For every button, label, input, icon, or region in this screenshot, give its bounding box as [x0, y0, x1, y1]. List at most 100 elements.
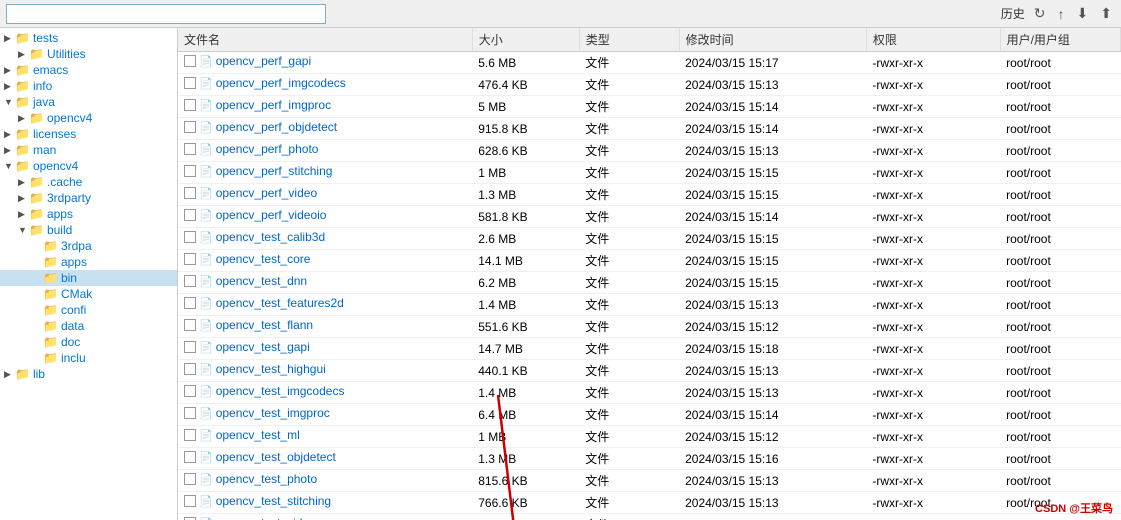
sidebar-item-opencv4-java[interactable]: ▶📁opencv4 [0, 110, 177, 126]
sidebar-item-java[interactable]: ▼📁java [0, 94, 177, 110]
file-perm: -rwxr-xr-x [866, 162, 1000, 184]
file-checkbox[interactable] [184, 165, 196, 177]
tree-label: confi [61, 303, 86, 317]
file-date: 2024/03/15 15:14 [679, 404, 866, 426]
table-row[interactable]: 📄opencv_test_imgproc6.4 MB文件2024/03/15 1… [178, 404, 1121, 426]
sidebar-item-3rdpa[interactable]: 📁3rdpa [0, 238, 177, 254]
table-row[interactable]: 📄opencv_perf_videoio581.8 KB文件2024/03/15… [178, 206, 1121, 228]
table-row[interactable]: 📄opencv_test_imgcodecs1.4 MB文件2024/03/15… [178, 382, 1121, 404]
address-input[interactable]: /usr/local/share/opencv4/build/bin [6, 4, 326, 24]
file-checkbox[interactable] [184, 187, 196, 199]
file-checkbox[interactable] [184, 297, 196, 309]
file-icon: 📄 [199, 209, 213, 222]
file-type: 文件 [579, 118, 679, 140]
file-checkbox[interactable] [184, 451, 196, 463]
file-checkbox[interactable] [184, 143, 196, 155]
folder-icon: 📁 [43, 239, 58, 253]
table-row[interactable]: 📄opencv_perf_photo628.6 KB文件2024/03/15 1… [178, 140, 1121, 162]
file-type: 文件 [579, 470, 679, 492]
file-type: 文件 [579, 140, 679, 162]
table-row[interactable]: 📄opencv_test_highgui440.1 KB文件2024/03/15… [178, 360, 1121, 382]
table-row[interactable]: 📄opencv_test_ml1 MB文件2024/03/15 15:12-rw… [178, 426, 1121, 448]
sidebar-item-doc[interactable]: 📁doc [0, 334, 177, 350]
file-date: 2024/03/15 15:14 [679, 206, 866, 228]
table-row[interactable]: 📄opencv_perf_objdetect915.8 KB文件2024/03/… [178, 118, 1121, 140]
table-row[interactable]: 📄opencv_test_stitching766.6 KB文件2024/03/… [178, 492, 1121, 514]
table-row[interactable]: 📄opencv_test_dnn6.2 MB文件2024/03/15 15:15… [178, 272, 1121, 294]
refresh-button[interactable]: ↻ [1031, 5, 1049, 22]
sidebar-item-lib[interactable]: ▶📁lib [0, 366, 177, 382]
download-button[interactable]: ⬇ [1074, 5, 1092, 22]
file-checkbox[interactable] [184, 429, 196, 441]
sidebar-item-licenses[interactable]: ▶📁licenses [0, 126, 177, 142]
sidebar-item-tests[interactable]: ▶📁tests [0, 30, 177, 46]
file-date: 2024/03/15 15:13 [679, 382, 866, 404]
sidebar-item-utilities[interactable]: ▶📁Utilities [0, 46, 177, 62]
file-list-panel[interactable]: 文件名 大小 类型 修改时间 权限 用户/用户组 📄opencv_perf_ga… [178, 28, 1121, 520]
table-row[interactable]: 📄opencv_perf_stitching1 MB文件2024/03/15 1… [178, 162, 1121, 184]
sidebar-item-inclu[interactable]: 📁inclu [0, 350, 177, 366]
file-date: 2024/03/15 15:14 [679, 96, 866, 118]
sidebar-item-emacs[interactable]: ▶📁emacs [0, 62, 177, 78]
sidebar-item-CMak[interactable]: 📁CMak [0, 286, 177, 302]
file-checkbox[interactable] [184, 99, 196, 111]
sidebar-item-man[interactable]: ▶📁man [0, 142, 177, 158]
file-checkbox[interactable] [184, 55, 196, 67]
file-size: 628.6 KB [472, 140, 579, 162]
file-checkbox[interactable] [184, 363, 196, 375]
file-checkbox[interactable] [184, 253, 196, 265]
file-checkbox[interactable] [184, 319, 196, 331]
sidebar-item-opencv4[interactable]: ▼📁opencv4 [0, 158, 177, 174]
file-checkbox[interactable] [184, 341, 196, 353]
file-date: 2024/03/15 15:17 [679, 52, 866, 74]
folder-icon: 📁 [15, 367, 30, 381]
file-date: 2024/03/15 15:13 [679, 360, 866, 382]
tree-label: licenses [33, 127, 76, 141]
sidebar-item-3rdparty[interactable]: ▶📁3rdparty [0, 190, 177, 206]
table-row[interactable]: 📄opencv_test_video1.2 MB文件2024/03/15 15:… [178, 514, 1121, 520]
table-row[interactable]: 📄opencv_perf_gapi5.6 MB文件2024/03/15 15:1… [178, 52, 1121, 74]
file-size: 6.2 MB [472, 272, 579, 294]
sidebar-item-apps2[interactable]: 📁apps [0, 254, 177, 270]
table-row[interactable]: 📄opencv_perf_imgproc5 MB文件2024/03/15 15:… [178, 96, 1121, 118]
file-perm: -rwxr-xr-x [866, 470, 1000, 492]
file-date: 2024/03/15 15:13 [679, 492, 866, 514]
sidebar-item-info[interactable]: ▶📁info [0, 78, 177, 94]
file-size: 1 MB [472, 426, 579, 448]
table-row[interactable]: 📄opencv_test_core14.1 MB文件2024/03/15 15:… [178, 250, 1121, 272]
file-checkbox[interactable] [184, 275, 196, 287]
sidebar-item-data[interactable]: 📁data [0, 318, 177, 334]
file-tbody: 📄opencv_perf_gapi5.6 MB文件2024/03/15 15:1… [178, 52, 1121, 520]
file-icon: 📄 [199, 55, 213, 68]
table-row[interactable]: 📄opencv_test_gapi14.7 MB文件2024/03/15 15:… [178, 338, 1121, 360]
up-button[interactable]: ↑ [1055, 6, 1068, 22]
file-checkbox[interactable] [184, 407, 196, 419]
upload-button[interactable]: ⬆ [1097, 5, 1115, 22]
sidebar-item-cache[interactable]: ▶📁.cache [0, 174, 177, 190]
table-row[interactable]: 📄opencv_perf_imgcodecs476.4 KB文件2024/03/… [178, 74, 1121, 96]
table-row[interactable]: 📄opencv_test_photo815.6 KB文件2024/03/15 1… [178, 470, 1121, 492]
sidebar-item-bin[interactable]: 📁bin [0, 270, 177, 286]
file-size: 1.2 MB [472, 514, 579, 520]
table-row[interactable]: 📄opencv_test_features2d1.4 MB文件2024/03/1… [178, 294, 1121, 316]
history-label[interactable]: 历史 [1001, 5, 1025, 22]
file-size: 1.4 MB [472, 294, 579, 316]
file-perm: -rwxr-xr-x [866, 382, 1000, 404]
file-type: 文件 [579, 404, 679, 426]
file-checkbox[interactable] [184, 209, 196, 221]
file-checkbox[interactable] [184, 495, 196, 507]
file-checkbox[interactable] [184, 385, 196, 397]
table-row[interactable]: 📄opencv_test_objdetect1.3 MB文件2024/03/15… [178, 448, 1121, 470]
file-checkbox[interactable] [184, 121, 196, 133]
file-checkbox[interactable] [184, 77, 196, 89]
table-row[interactable]: 📄opencv_perf_video1.3 MB文件2024/03/15 15:… [178, 184, 1121, 206]
tree-label: info [33, 79, 52, 93]
sidebar-item-apps[interactable]: ▶📁apps [0, 206, 177, 222]
file-icon: 📄 [199, 473, 213, 486]
file-checkbox[interactable] [184, 473, 196, 485]
sidebar-item-confi[interactable]: 📁confi [0, 302, 177, 318]
file-checkbox[interactable] [184, 231, 196, 243]
sidebar-item-build[interactable]: ▼📁build [0, 222, 177, 238]
table-row[interactable]: 📄opencv_test_calib3d2.6 MB文件2024/03/15 1… [178, 228, 1121, 250]
table-row[interactable]: 📄opencv_test_flann551.6 KB文件2024/03/15 1… [178, 316, 1121, 338]
